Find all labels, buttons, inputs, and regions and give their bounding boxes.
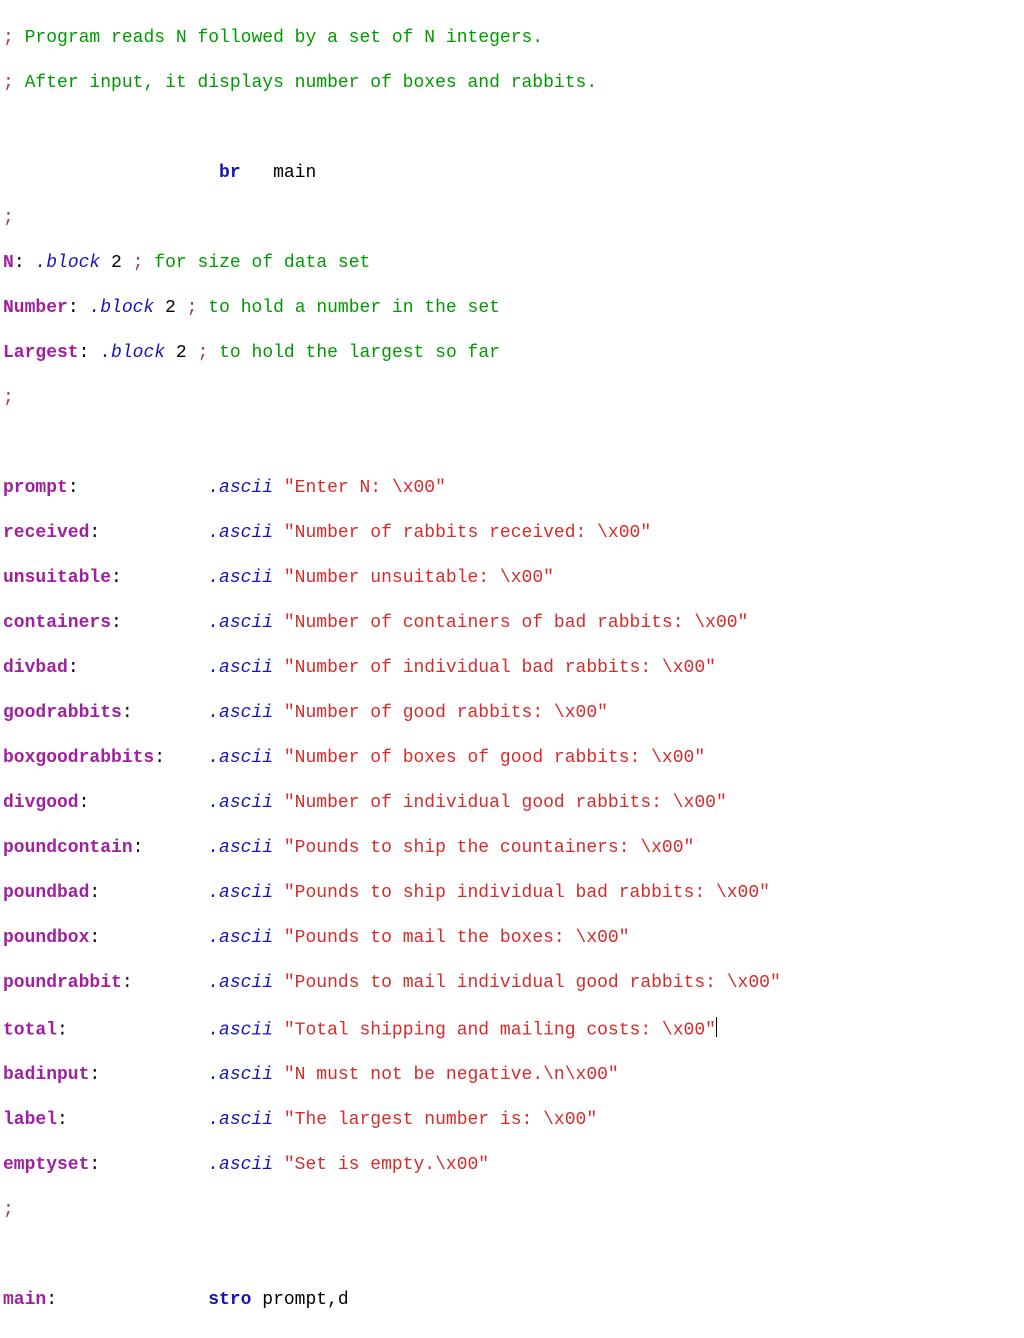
mnemonic: stro: [208, 1290, 251, 1310]
directive: .ascii: [208, 568, 273, 588]
directive: .ascii: [208, 613, 273, 633]
instruction-line: br main: [3, 162, 1021, 185]
comment-line: ; After input, it displays number of box…: [3, 72, 1021, 95]
string-decl-line: prompt: .ascii "Enter N: \x00": [3, 477, 1021, 500]
operand: main: [273, 163, 316, 183]
string-decl-line: goodrabbits: .ascii "Number of good rabb…: [3, 702, 1021, 725]
directive: .ascii: [208, 928, 273, 948]
comment-line: ;: [3, 387, 1021, 410]
label: unsuitable: [3, 568, 111, 588]
string-literal: "Set is empty.\x00": [284, 1155, 489, 1175]
string-literal: "Number of containers of bad rabbits: \x…: [284, 613, 748, 633]
string-literal: "N must not be negative.\n\x00": [284, 1065, 619, 1085]
string-decl-line: boxgoodrabbits: .ascii "Number of boxes …: [3, 747, 1021, 770]
directive: .ascii: [208, 883, 273, 903]
string-literal: "Pounds to ship the countainers: \x00": [284, 838, 694, 858]
value: 2: [111, 253, 122, 273]
string-decl-line: received: .ascii "Number of rabbits rece…: [3, 522, 1021, 545]
blank-line: [3, 1244, 1021, 1267]
comment-text: After input, it displays number of boxes…: [25, 73, 598, 93]
label: goodrabbits: [3, 703, 122, 723]
label: poundbad: [3, 883, 89, 903]
string-literal: "Number of rabbits received: \x00": [284, 523, 651, 543]
label: N: [3, 253, 14, 273]
label: received: [3, 523, 89, 543]
comment-line: ;: [3, 207, 1021, 230]
string-decl-line: poundbox: .ascii "Pounds to mail the box…: [3, 927, 1021, 950]
mnemonic: br: [219, 163, 241, 183]
label: poundrabbit: [3, 973, 122, 993]
directive: .ascii: [208, 523, 273, 543]
string-decl-line: label: .ascii "The largest number is: \x…: [3, 1109, 1021, 1132]
string-literal: "Pounds to ship individual bad rabbits: …: [284, 883, 770, 903]
label: prompt: [3, 478, 68, 498]
blank-line: [3, 432, 1021, 455]
string-literal: "The largest number is: \x00": [284, 1110, 597, 1130]
string-literal: "Enter N: \x00": [284, 478, 446, 498]
directive: .ascii: [208, 838, 273, 858]
directive: .ascii: [208, 703, 273, 723]
comment-text: to hold a number in the set: [208, 298, 500, 318]
comment-text: to hold the largest so far: [219, 343, 500, 363]
label: divgood: [3, 793, 79, 813]
string-literal: "Pounds to mail individual good rabbits:…: [284, 973, 781, 993]
label: main: [3, 1290, 46, 1310]
string-decl-line: poundrabbit: .ascii "Pounds to mail indi…: [3, 972, 1021, 995]
var-decl-line: Largest: .block 2 ; to hold the largest …: [3, 342, 1021, 365]
directive: .ascii: [208, 658, 273, 678]
string-literal: "Number of individual bad rabbits: \x00": [284, 658, 716, 678]
operand: prompt,d: [262, 1290, 348, 1310]
string-literal: "Number of individual good rabbits: \x00…: [284, 793, 727, 813]
label: emptyset: [3, 1155, 89, 1175]
directive: .ascii: [208, 973, 273, 993]
string-decl-line: unsuitable: .ascii "Number unsuitable: \…: [3, 567, 1021, 590]
label: divbad: [3, 658, 68, 678]
directive: .block: [35, 253, 100, 273]
string-decl-line: containers: .ascii "Number of containers…: [3, 612, 1021, 635]
directive: .block: [100, 343, 165, 363]
string-decl-line: divbad: .ascii "Number of individual bad…: [3, 657, 1021, 680]
directive: .ascii: [208, 478, 273, 498]
string-literal: "Pounds to mail the boxes: \x00": [284, 928, 630, 948]
label: containers: [3, 613, 111, 633]
string-literal: "Number unsuitable: \x00": [284, 568, 554, 588]
label: label: [3, 1110, 57, 1130]
comment-line: ; Program reads N followed by a set of N…: [3, 27, 1021, 50]
label: poundbox: [3, 928, 89, 948]
value: 2: [176, 343, 187, 363]
comment-text: Program reads N followed by a set of N i…: [25, 28, 543, 48]
string-decl-line: poundcontain: .ascii "Pounds to ship the…: [3, 837, 1021, 860]
assembly-source-view: ; Program reads N followed by a set of N…: [0, 0, 1024, 1338]
label: Largest: [3, 343, 79, 363]
value: 2: [165, 298, 176, 318]
directive: .ascii: [208, 1020, 273, 1040]
text-caret: [716, 1017, 717, 1038]
instruction-line: main: stro prompt,d: [3, 1289, 1021, 1312]
string-literal: "Number of boxes of good rabbits: \x00": [284, 748, 705, 768]
var-decl-line: Number: .block 2 ; to hold a number in t…: [3, 297, 1021, 320]
directive: .ascii: [208, 1065, 273, 1085]
string-literal: "Total shipping and mailing costs: \x00": [284, 1020, 716, 1040]
string-decl-line: badinput: .ascii "N must not be negative…: [3, 1064, 1021, 1087]
var-decl-line: N: .block 2 ; for size of data set: [3, 252, 1021, 275]
string-decl-line: emptyset: .ascii "Set is empty.\x00": [3, 1154, 1021, 1177]
label: total: [3, 1020, 57, 1040]
string-decl-line: total: .ascii "Total shipping and mailin…: [3, 1017, 1021, 1042]
label: poundcontain: [3, 838, 133, 858]
string-decl-line: poundbad: .ascii "Pounds to ship individ…: [3, 882, 1021, 905]
label: boxgoodrabbits: [3, 748, 154, 768]
string-literal: "Number of good rabbits: \x00": [284, 703, 608, 723]
directive: .ascii: [208, 793, 273, 813]
directive: .ascii: [208, 1155, 273, 1175]
string-decl-line: divgood: .ascii "Number of individual go…: [3, 792, 1021, 815]
directive: .ascii: [208, 1110, 273, 1130]
directive: .ascii: [208, 748, 273, 768]
label: badinput: [3, 1065, 89, 1085]
directive: .block: [89, 298, 154, 318]
label: Number: [3, 298, 68, 318]
comment-text: for size of data set: [154, 253, 370, 273]
comment-line: ;: [3, 1199, 1021, 1222]
blank-line: [3, 117, 1021, 140]
